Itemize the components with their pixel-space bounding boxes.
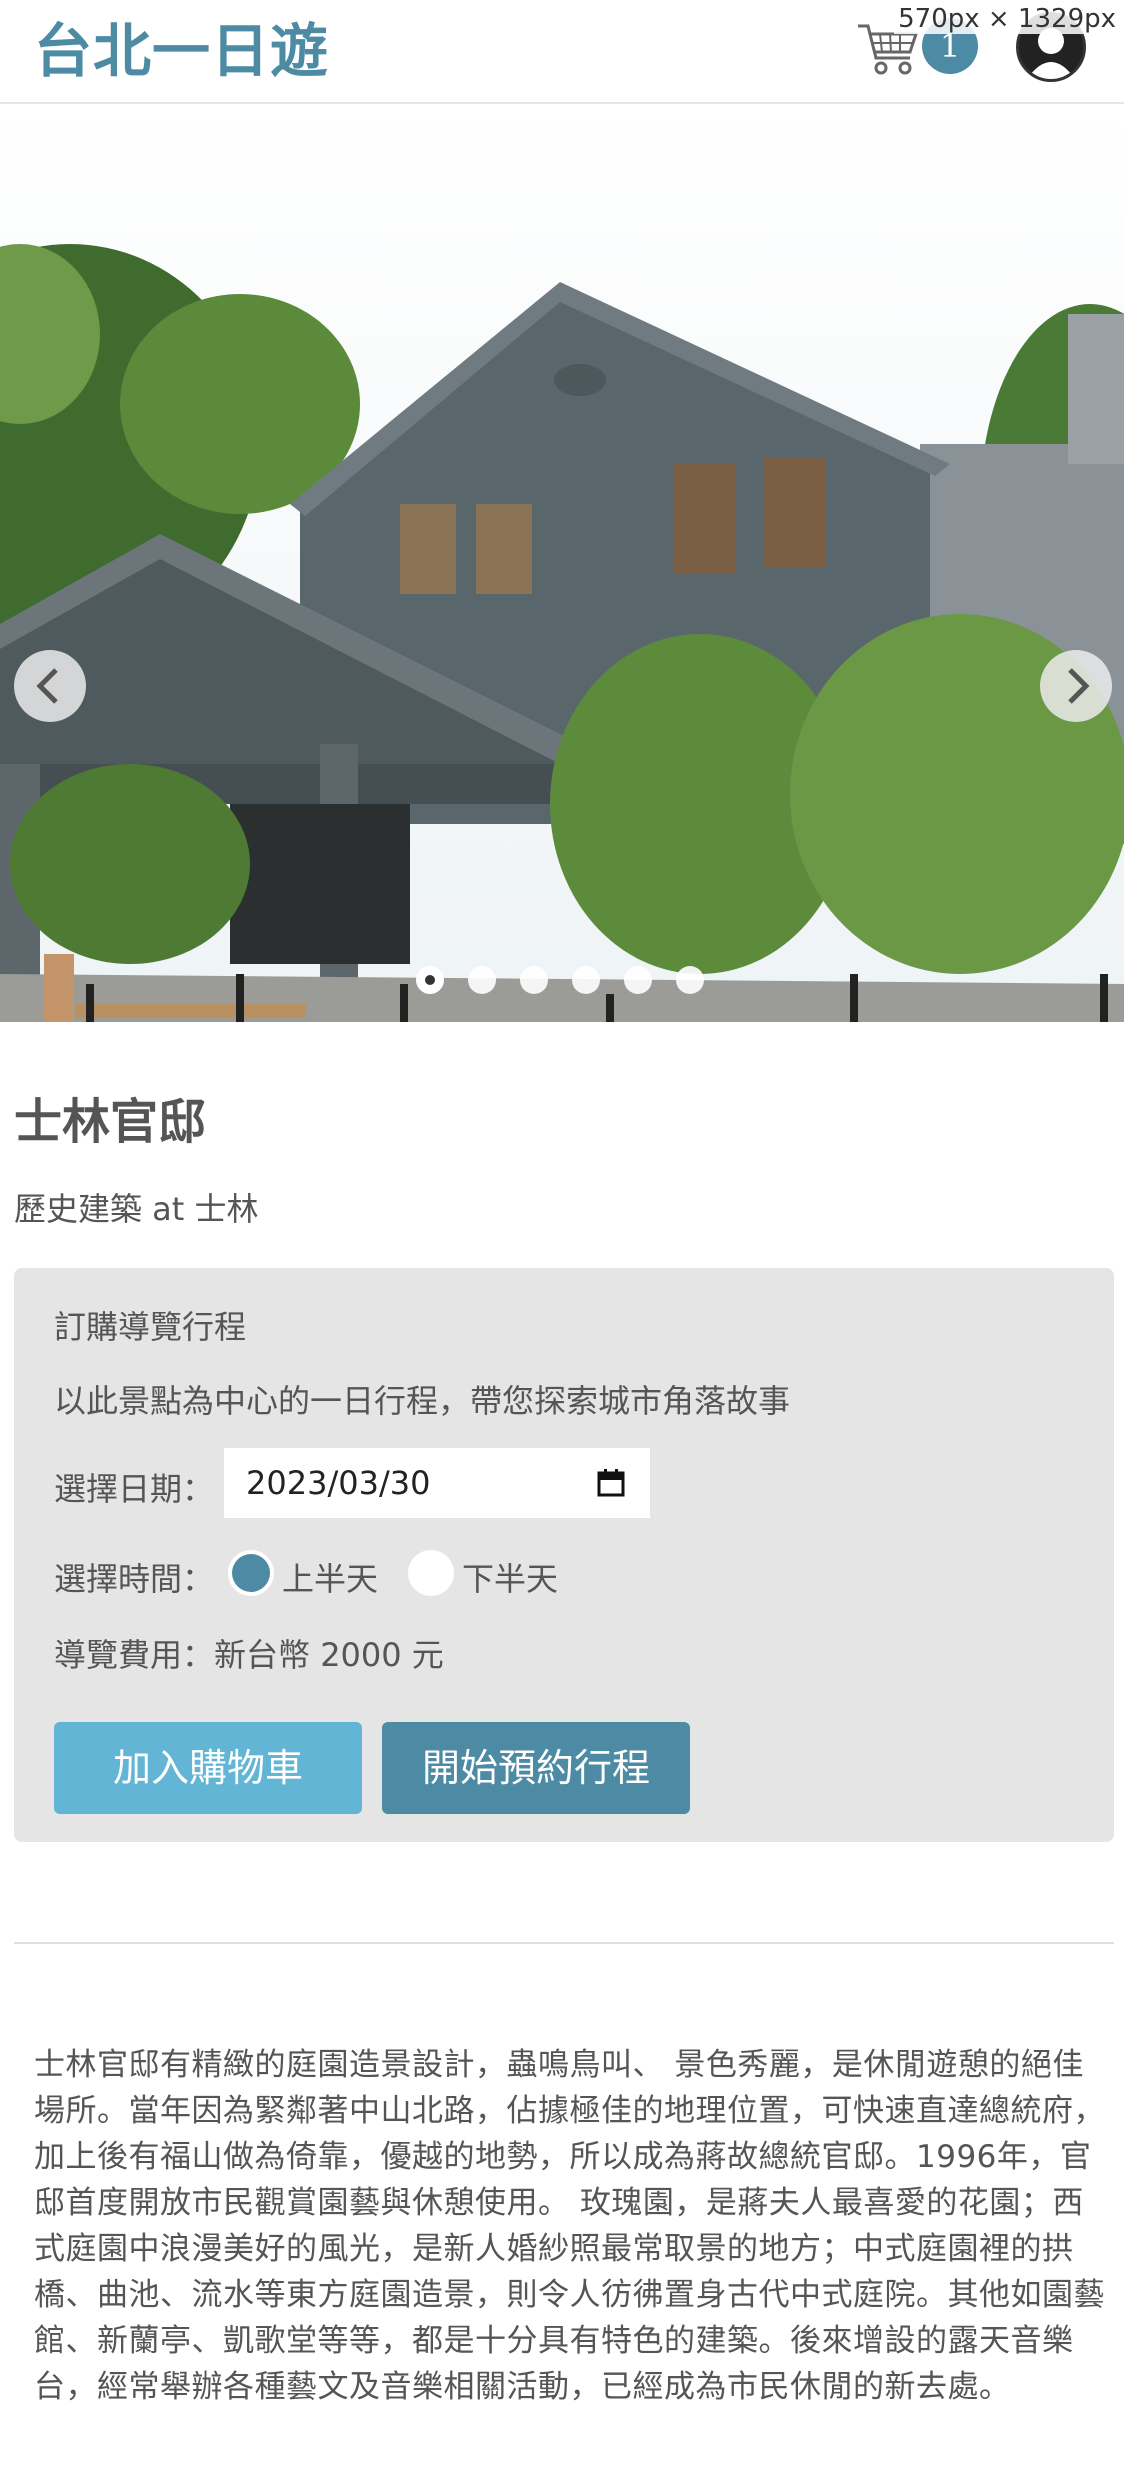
date-input[interactable]: 2023/03/30: [224, 1448, 650, 1518]
booking-card: 訂購導覽行程 以此景點為中心的一日行程，帶您探索城市角落故事 選擇日期： 202…: [14, 1268, 1114, 1842]
carousel-dot[interactable]: [416, 966, 444, 994]
attraction-category: 歷史建築 at 士林: [14, 1190, 259, 1228]
section-divider: [14, 1942, 1114, 1944]
date-label: 選擇日期：: [54, 1470, 215, 1508]
radio-morning[interactable]: [228, 1550, 274, 1596]
carousel-dot[interactable]: [624, 966, 652, 994]
viewport-size-overlay: 570px × 1329px: [894, 4, 1120, 34]
add-to-cart-button[interactable]: 加入購物車: [54, 1722, 362, 1814]
booking-description: 以此景點為中心的一日行程，帶您探索城市角落故事: [54, 1382, 791, 1420]
carousel-dot[interactable]: [468, 966, 496, 994]
chevron-left-icon: [36, 668, 58, 704]
carousel-dot[interactable]: [572, 966, 600, 994]
date-value: 2023/03/30: [246, 1464, 431, 1502]
carousel-next-button[interactable]: [1040, 650, 1112, 722]
site-logo[interactable]: 台北一日遊: [34, 12, 329, 90]
carousel-dot[interactable]: [520, 966, 548, 994]
attraction-title: 士林官邸: [14, 1094, 207, 1150]
radio-afternoon-label[interactable]: 下半天: [462, 1554, 558, 1600]
chevron-right-icon: [1068, 668, 1090, 704]
attraction-description: 士林官邸有精緻的庭園造景設計，蟲鳴鳥叫、 景色秀麗，是休閒遊憩的絕佳場所。當年因…: [34, 2047, 1105, 2405]
fee-label: 導覽費用：: [54, 1636, 215, 1674]
attraction-photo: [0, 104, 1124, 1022]
radio-morning-label[interactable]: 上半天: [282, 1554, 378, 1600]
calendar-icon[interactable]: [596, 1468, 626, 1498]
carousel-indicators: [416, 966, 704, 994]
attraction-image-carousel: [0, 104, 1124, 1022]
carousel-dot[interactable]: [676, 966, 704, 994]
time-label: 選擇時間：: [54, 1560, 215, 1598]
fee-value: 新台幣 2000 元: [214, 1636, 444, 1674]
booking-heading: 訂購導覽行程: [54, 1308, 247, 1346]
carousel-prev-button[interactable]: [14, 650, 86, 722]
fee-row: 導覽費用：新台幣 2000 元: [54, 1630, 444, 1676]
start-booking-button[interactable]: 開始預約行程: [382, 1722, 690, 1814]
radio-afternoon[interactable]: [408, 1550, 454, 1596]
